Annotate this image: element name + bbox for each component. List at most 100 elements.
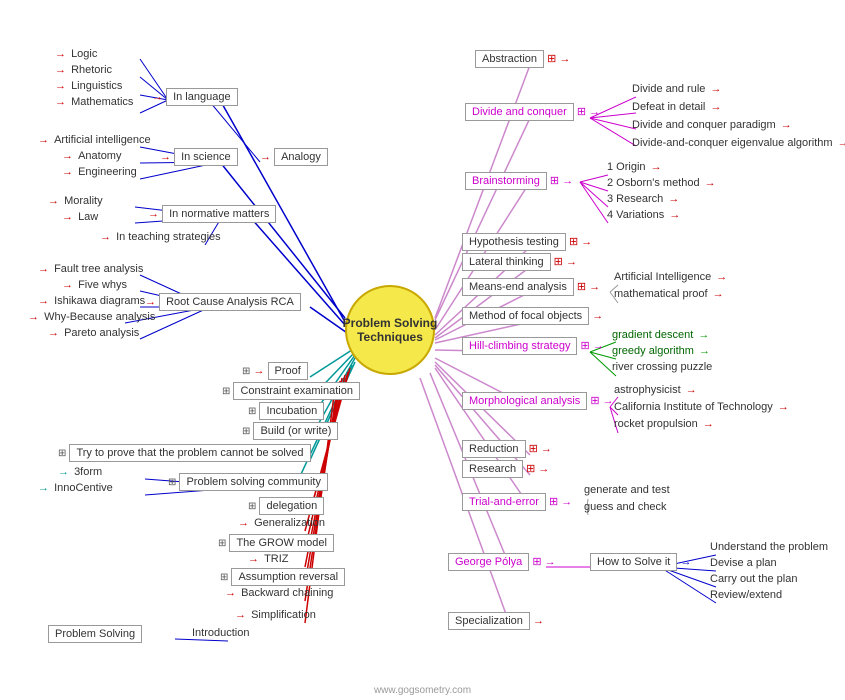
in-language-node[interactable]: → In language [152,88,238,106]
divide-conquer-node[interactable]: Divide and conquer ⊞ → [465,103,600,121]
delegation-node[interactable]: ⊞ delegation [248,497,324,515]
greedy-label: greedy algorithm [610,344,696,358]
backward-label: Backward chaining [239,586,335,600]
how-solve-node[interactable]: How to Solve it → [590,553,691,571]
understand-node[interactable]: Understand the problem [708,540,830,554]
abstraction-label: Abstraction [475,50,544,68]
understand-label: Understand the problem [708,540,830,554]
divide-paradigm-node[interactable]: Divide and conquer paradigm → [630,118,792,132]
problem-community-label: Problem solving community [179,473,328,491]
generalization-node[interactable]: → Generalization [238,516,327,530]
trial-error-node[interactable]: Trial-and-error ⊞ → [462,493,572,511]
hypothesis-node[interactable]: Hypothesis testing ⊞ → [462,233,592,251]
in-normative-node[interactable]: → In normative matters [148,205,276,223]
reduction-node[interactable]: Reduction ⊞ → [462,440,552,458]
hypothesis-label: Hypothesis testing [462,233,566,251]
river-label: river crossing puzzle [610,360,714,374]
grow-node[interactable]: ⊞ The GROW model [218,534,334,552]
build-write-node[interactable]: ⊞ Build (or write) [242,422,338,440]
law-node[interactable]: → Law [62,210,100,224]
incubation-node[interactable]: ⊞ Incubation [248,402,324,420]
ishikawa-node[interactable]: → Ishikawa diagrams [38,294,147,308]
origin-node[interactable]: 1 Origin → [605,160,662,174]
morality-node[interactable]: → Morality [48,194,105,208]
gradient-node[interactable]: gradient descent → [610,328,709,342]
brainstorming-node[interactable]: Brainstorming ⊞ → [465,172,573,190]
carry-out-node[interactable]: Carry out the plan [708,572,799,586]
osborn-node[interactable]: 2 Osborn's method → [605,176,716,190]
river-node[interactable]: river crossing puzzle [610,360,714,374]
engineering-label: Engineering [76,165,139,179]
trial-error-label: Trial-and-error [462,493,546,511]
assumption-node[interactable]: ⊞ Assumption reversal [220,568,345,586]
simplification-label: Simplification [249,608,318,622]
guess-check-label: guess and check [582,500,669,514]
morphological-node[interactable]: Morphological analysis ⊞ → [462,392,614,410]
why-because-label: Why-Because analysis [42,310,157,324]
divide-eigen-node[interactable]: Divide-and-conquer eigenvalue algorithm … [630,136,845,150]
abstraction-node[interactable]: Abstraction ⊞ → [475,50,570,68]
research2-node[interactable]: Research ⊞ → [462,460,549,478]
in-science-node[interactable]: → In science [160,148,238,166]
why-because-node[interactable]: → Why-Because analysis [28,310,157,324]
greedy-node[interactable]: greedy algorithm → [610,344,710,358]
devise-plan-label: Devise a plan [708,556,779,570]
means-end-node[interactable]: Means-end analysis ⊞ → [462,278,600,296]
linguistics-node[interactable]: → Linguistics [55,79,124,93]
introduction-node[interactable]: Introduction [190,626,251,640]
constraint-node[interactable]: ⊞ Constraint examination [222,382,360,400]
math-proof-node[interactable]: mathematical proof → [612,287,724,301]
defeat-detail-node[interactable]: Defeat in detail → [630,100,721,114]
mathematics-node[interactable]: → Mathematics [55,95,135,109]
logic-node[interactable]: → Logic [55,47,99,61]
george-polya-node[interactable]: George Pólya ⊞ → [448,553,556,571]
variations-node[interactable]: 4 Variations → [605,208,680,222]
how-solve-label: How to Solve it [590,553,677,571]
math-proof-label: mathematical proof [612,287,710,301]
build-write-label: Build (or write) [253,422,338,440]
watermark: www.gogsometry.com [374,685,471,696]
analogy-node[interactable]: → Analogy [260,148,328,166]
rhetoric-label: Rhetoric [69,63,114,77]
innocentive-node[interactable]: → InnoCentive [38,481,115,495]
focal-node[interactable]: Method of focal objects → [462,307,603,325]
devise-plan-node[interactable]: Devise a plan [708,556,779,570]
hill-climbing-node[interactable]: Hill-climbing strategy ⊞ → [462,337,604,355]
hill-climbing-label: Hill-climbing strategy [462,337,577,355]
caltech-node[interactable]: California Institute of Technology → [612,400,789,414]
pareto-node[interactable]: → Pareto analysis [48,326,141,340]
ai-node3[interactable]: → Artificial intelligence [38,133,153,147]
research2-label: Research [462,460,523,478]
in-science-label: In science [174,148,238,166]
engineering-node[interactable]: → Engineering [62,165,139,179]
try-prove-node[interactable]: ⊞ Try to prove that the problem cannot b… [58,444,311,462]
ai-node2[interactable]: Artificial Intelligence → [612,270,727,284]
simplification-node[interactable]: → Simplification [235,608,318,622]
divide-paradigm-label: Divide and conquer paradigm [630,118,778,132]
specialization-node[interactable]: Specialization → [448,612,544,630]
guess-check-node[interactable]: guess and check [582,500,669,514]
anatomy-node[interactable]: → Anatomy [62,149,123,163]
triz-node[interactable]: → TRIZ [248,552,291,566]
generate-test-node[interactable]: generate and test [582,483,672,497]
fault-tree-node[interactable]: → Fault tree analysis [38,262,145,276]
analogy-label: Analogy [274,148,328,166]
problem-community-node[interactable]: ⊞ Problem solving community [168,473,328,491]
lateral-node[interactable]: Lateral thinking ⊞ → [462,253,577,271]
in-teaching-node[interactable]: → In teaching strategies [100,230,223,244]
incubation-label: Incubation [259,402,324,420]
3form-node[interactable]: → 3form [58,465,104,479]
morphological-label: Morphological analysis [462,392,587,410]
research-node[interactable]: 3 Research → [605,192,679,206]
means-end-label: Means-end analysis [462,278,574,296]
divide-rule-node[interactable]: Divide and rule → [630,82,721,96]
review-node[interactable]: Review/extend [708,588,784,602]
astrophysicist-node[interactable]: astrophysicist → [612,383,697,397]
rocket-node[interactable]: rocket propulsion → [612,417,714,431]
root-cause-node[interactable]: → Root Cause Analysis RCA [145,293,301,311]
five-whys-node[interactable]: → Five whys [62,278,129,292]
backward-node[interactable]: → Backward chaining [225,586,335,600]
rhetoric-node[interactable]: → Rhetoric [55,63,114,77]
proof-node[interactable]: ⊞ → Proof [242,362,308,380]
problem-solving-node[interactable]: Problem Solving [48,625,142,643]
